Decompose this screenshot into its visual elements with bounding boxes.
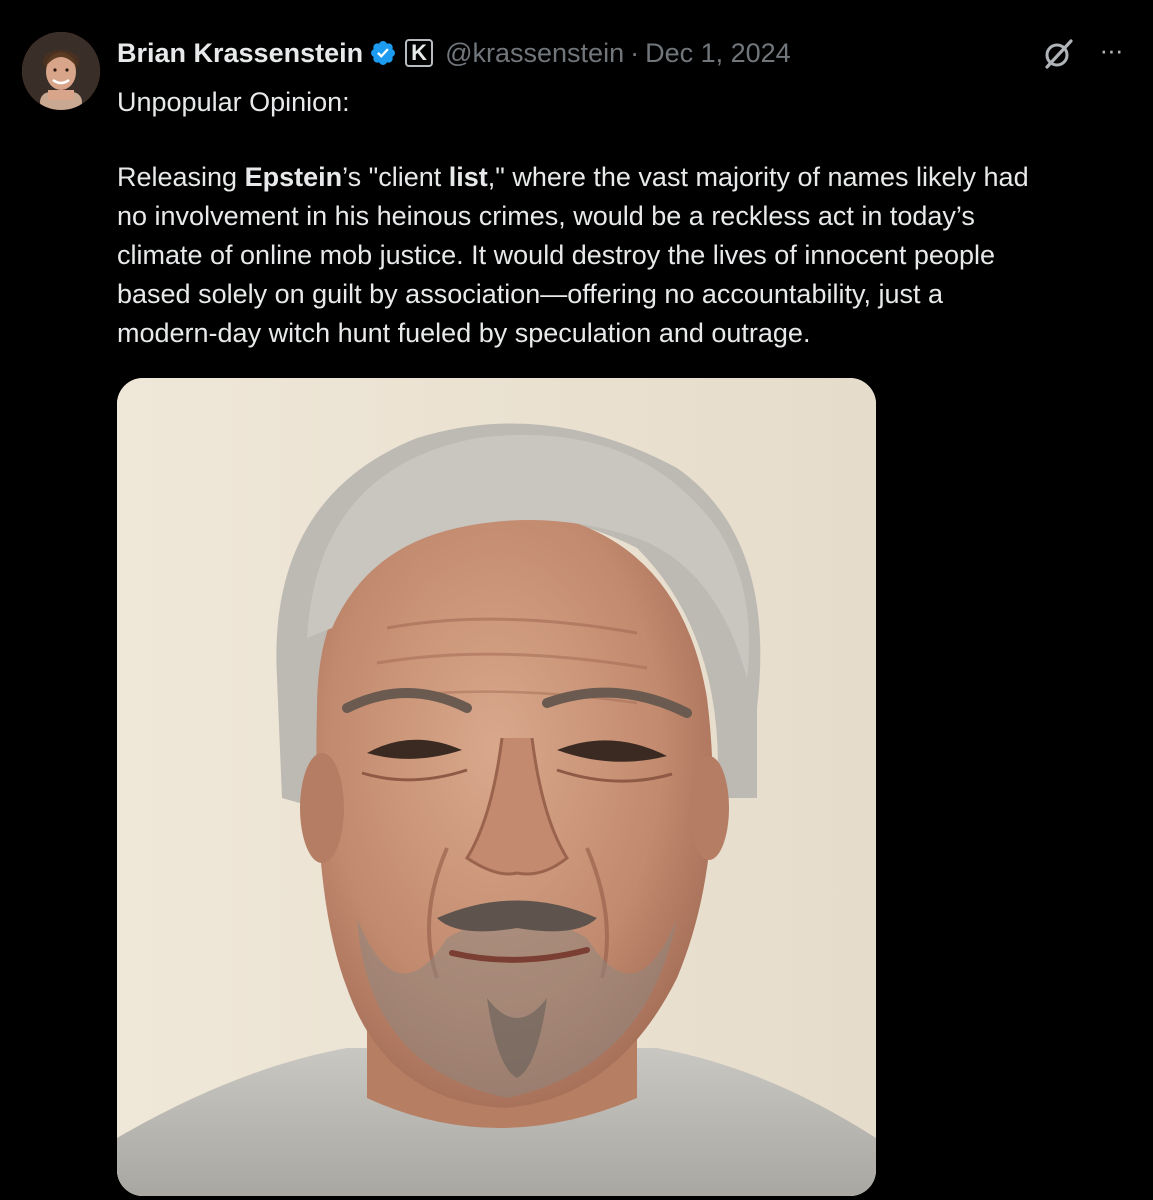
tweet-body-line-1: Releasing Epstein’s "client list," where…: [117, 162, 1029, 192]
tweet-date[interactable]: Dec 1, 2024: [645, 35, 791, 71]
verified-badge-icon: [369, 39, 397, 67]
tweet-body-line-2: no involvement in his heinous crimes, wo…: [117, 201, 975, 231]
tweet-body-line-4: based solely on guilt by association—off…: [117, 279, 943, 309]
tweet-media-photo[interactable]: [117, 378, 876, 1196]
tweet-lead-text: Unpopular Opinion:: [117, 87, 350, 117]
more-options-icon[interactable]: ···: [1094, 37, 1128, 68]
bold-word-epstein: Epstein: [244, 162, 343, 192]
separator-dot: ·: [630, 38, 640, 68]
author-avatar[interactable]: [22, 32, 100, 110]
tweet-header: Brian Krassenstein K @krassenstein · Dec…: [117, 35, 791, 71]
grok-icon[interactable]: [1040, 36, 1076, 72]
affiliate-badge-icon[interactable]: K: [405, 39, 434, 67]
tweet-body-line-3: climate of online mob justice. It would …: [117, 240, 995, 270]
author-handle[interactable]: @krassenstein: [445, 35, 624, 71]
tweet-body: Releasing Epstein’s "client list," where…: [117, 158, 1137, 353]
bold-word-list: list: [448, 162, 488, 192]
author-display-name[interactable]: Brian Krassenstein: [117, 35, 363, 71]
tweet[interactable]: Brian Krassenstein K @krassenstein · Dec…: [0, 0, 1153, 1200]
tweet-body-line-5: modern-day witch hunt fueled by speculat…: [117, 318, 811, 348]
